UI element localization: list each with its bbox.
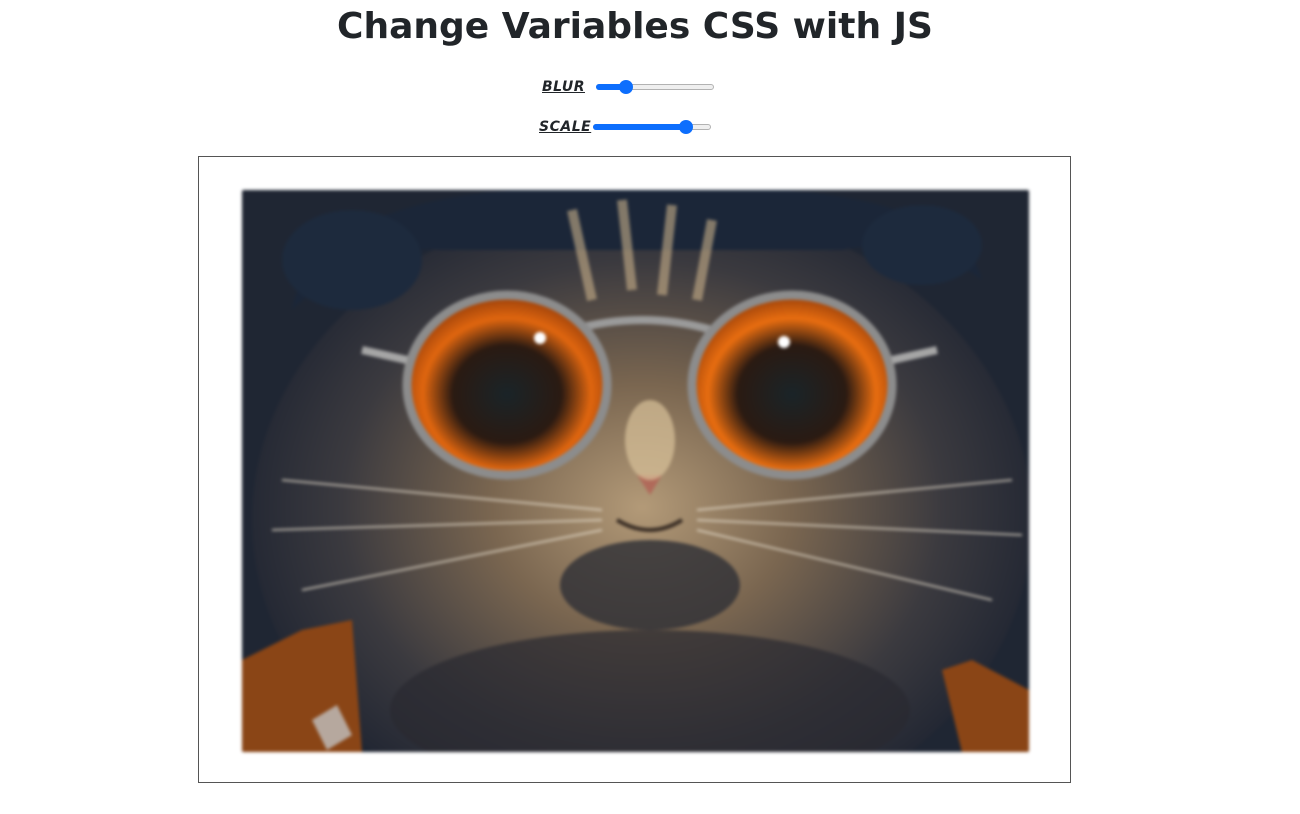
page: Change Variables CSS with JS BLUR SCALE: [0, 0, 1300, 814]
page-title: Change Variables CSS with JS: [337, 6, 933, 47]
blur-slider[interactable]: [596, 80, 714, 94]
scale-label: SCALE: [539, 119, 592, 135]
scale-slider[interactable]: [593, 120, 711, 134]
slider-fill: [593, 124, 686, 130]
slider-thumb[interactable]: [679, 120, 693, 134]
blur-label: BLUR: [542, 79, 585, 95]
image-frame: [198, 156, 1071, 783]
slider-thumb[interactable]: [619, 80, 633, 94]
cat-illustration: [242, 190, 1029, 752]
cat-photo: [242, 190, 1029, 752]
scale-control: SCALE: [539, 116, 711, 138]
blur-control: BLUR: [542, 76, 714, 98]
